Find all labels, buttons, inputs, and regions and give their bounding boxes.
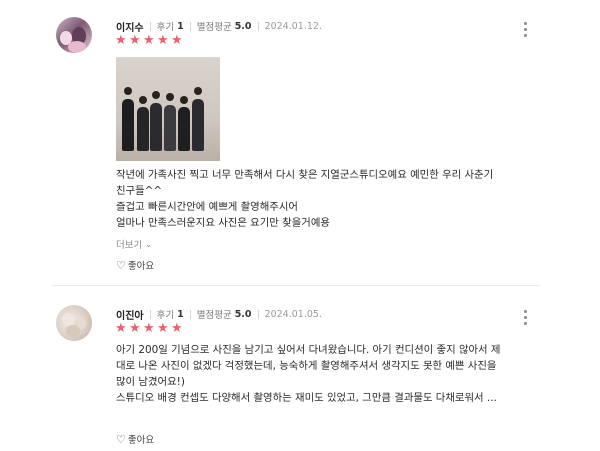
like-button[interactable]: ♡ 좋아요 — [116, 258, 155, 273]
meta-separator — [189, 309, 191, 319]
author-name[interactable]: 이지수 — [116, 19, 144, 34]
author-name[interactable]: 이진아 — [116, 307, 144, 322]
review-date: 2024.01.05. — [264, 308, 322, 320]
review-text-line: 친구들^^ — [116, 185, 163, 197]
review-text: 작년에 가족사진 찍고 너무 만족해서 다시 찾은 지열군스튜디오예요 예민한 … — [116, 167, 556, 231]
star-icon: ★ — [171, 321, 183, 336]
photo-figure — [137, 107, 149, 151]
chevron-down-icon: ⌄ — [145, 239, 152, 249]
review-count-label: 후기 — [156, 22, 175, 33]
review-count-label: 후기 — [156, 310, 175, 321]
photo-figure — [180, 96, 188, 104]
review-text-line: 스튜디오 배경 컨셉도 다양해서 촬영하는 재미도 있었고, 그만큼 결과물도 … — [116, 392, 497, 404]
meta-separator — [149, 21, 151, 31]
review-text-line: 많이 남겼어요!) — [116, 376, 185, 388]
photo-figure — [124, 87, 132, 95]
heart-outline-icon: ♡ — [116, 258, 126, 272]
rating-avg-label: 별점평균 — [196, 310, 232, 321]
review-text-line: 아기 200일 기념으로 사진을 남기고 싶어서 다녀왔습니다. 아기 컨디션이… — [116, 344, 501, 356]
rating-avg-label: 별점평균 — [196, 22, 232, 33]
photo-figure — [194, 87, 202, 95]
avatar[interactable] — [56, 305, 92, 341]
review-divider — [52, 285, 540, 286]
avatar-photo-shape — [66, 325, 80, 337]
meta-separator — [257, 21, 259, 31]
kebab-dot — [524, 316, 527, 319]
review-count: 1 — [177, 308, 184, 320]
like-label: 좋아요 — [127, 435, 155, 446]
photo-figure — [122, 99, 134, 151]
photo-figure — [150, 103, 162, 151]
photo-figure — [152, 91, 160, 99]
star-icon: ★ — [143, 321, 155, 336]
more-button[interactable]: 더보기 ⌄ — [116, 237, 152, 252]
review-count: 1 — [177, 20, 184, 32]
kebab-dot — [524, 310, 527, 313]
star-icon: ★ — [115, 321, 127, 336]
meta-separator — [149, 309, 151, 319]
review-text-line: 대로 나온 사진이 없겠다 걱정했는데, 능숙하게 촬영해주셔서 생각지도 못한… — [116, 360, 497, 372]
star-icon: ★ — [143, 33, 155, 48]
photo-figure — [166, 93, 174, 101]
more-label: 더보기 — [116, 240, 143, 251]
rating-avg: 5.0 — [234, 308, 252, 320]
kebab-menu-icon[interactable] — [524, 310, 528, 325]
review-item: 이진아 후기 1 별점평균 5.0 2024.01.05. ★ ★ ★ ★ ★ 아기 2… — [0, 288, 600, 451]
meta-separator — [189, 21, 191, 31]
review-date: 2024.01.12. — [264, 20, 322, 32]
photo-figure — [139, 96, 147, 104]
avatar-photo-shape — [62, 313, 74, 325]
avatar[interactable] — [56, 17, 92, 53]
photo-figure — [192, 99, 204, 151]
star-icon: ★ — [129, 33, 141, 48]
meta-separator — [257, 309, 259, 319]
like-button[interactable]: ♡ 좋아요 — [116, 432, 155, 447]
review-item: 이지수 후기 1 별점평균 5.0 2024.01.12. ★ ★ ★ ★ ★ 작년에 … — [0, 0, 600, 288]
star-icon: ★ — [157, 321, 169, 336]
photo-figure — [178, 107, 190, 151]
kebab-dot — [524, 34, 527, 37]
review-text-line: 얼마나 만족스러운지요 사진은 요기만 찾을거예용 — [116, 217, 330, 229]
review-text-line: 작년에 가족사진 찍고 너무 만족해서 다시 찾은 지열군스튜디오예요 예민한 … — [116, 169, 494, 181]
star-rating: ★ ★ ★ ★ ★ — [115, 34, 184, 47]
like-label: 좋아요 — [127, 261, 155, 272]
star-icon: ★ — [115, 33, 127, 48]
review-meta: 이진아 후기 1 별점평균 5.0 2024.01.05. — [116, 307, 322, 322]
review-photo[interactable] — [116, 57, 220, 161]
kebab-dot — [524, 22, 527, 25]
star-rating: ★ ★ ★ ★ ★ — [115, 322, 184, 335]
photo-figure — [164, 105, 176, 151]
star-icon: ★ — [157, 33, 169, 48]
avatar-photo-shape — [68, 41, 86, 53]
review-meta: 이지수 후기 1 별점평균 5.0 2024.01.12. — [116, 19, 322, 34]
kebab-dot — [524, 28, 527, 31]
review-text-line: 즐겁고 빠른시간안에 예쁘게 촬영해주시어 — [116, 201, 298, 213]
review-text: 아기 200일 기념으로 사진을 남기고 싶어서 다녀왔습니다. 아기 컨디션이… — [116, 342, 556, 406]
kebab-dot — [524, 322, 527, 325]
star-icon: ★ — [171, 33, 183, 48]
heart-outline-icon: ♡ — [116, 432, 126, 446]
kebab-menu-icon[interactable] — [524, 22, 528, 37]
rating-avg: 5.0 — [234, 20, 252, 32]
star-icon: ★ — [129, 321, 141, 336]
